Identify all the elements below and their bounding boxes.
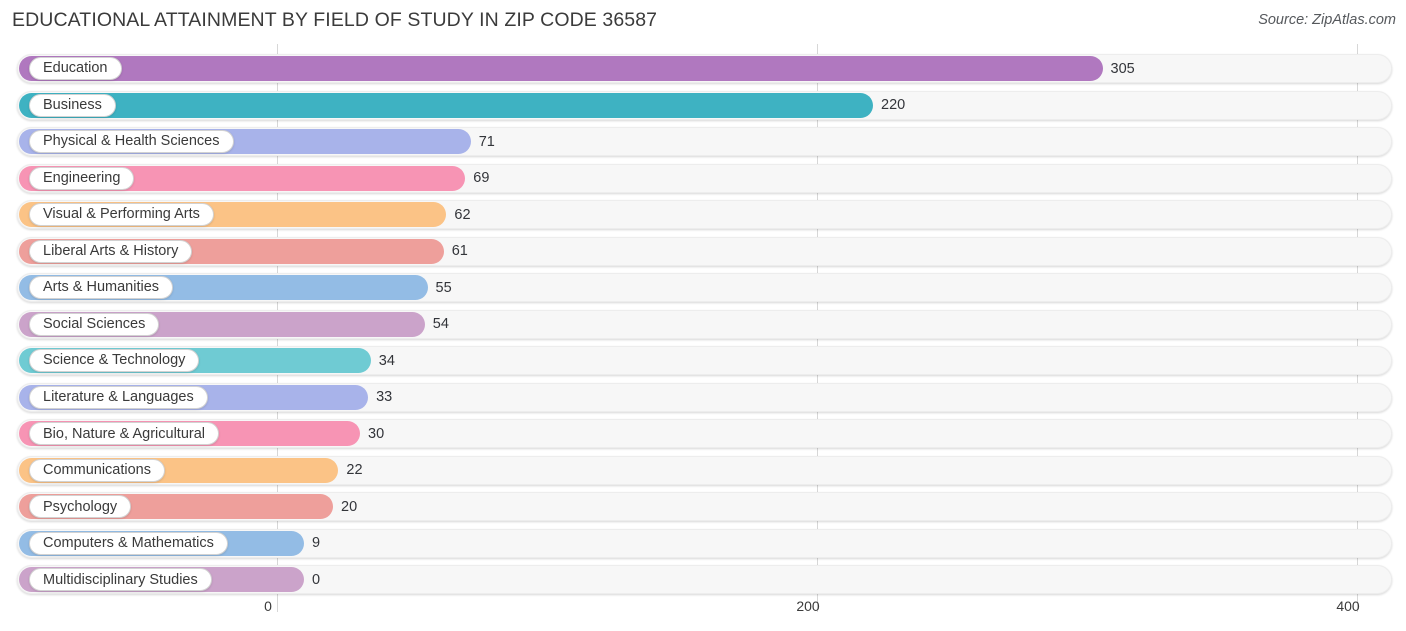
bar-category-label-text: Science & Technology (43, 352, 186, 369)
bar-value-label: 305 (1110, 60, 1135, 77)
axis-tick-mark (277, 596, 278, 612)
bar-value-label: 62 (454, 206, 471, 223)
bar-category-label-text: Multidisciplinary Studies (43, 571, 198, 588)
chart-row: Social Sciences 54 (17, 309, 1392, 339)
bar-category-label-text: Education (43, 60, 108, 77)
bar-category-label-text: Communications (43, 462, 151, 479)
axis-tick-label: 200 (796, 598, 820, 614)
chart-row: Engineering 69 (17, 163, 1392, 193)
bar-category-label-text: Social Sciences (43, 315, 146, 332)
chart-row: Liberal Arts & History 61 (17, 236, 1392, 266)
bar-value-label: 220 (881, 97, 906, 114)
bar-category-label: Psychology (29, 495, 132, 519)
bar-category-label: Business (29, 93, 116, 117)
chart-row: Communications 22 (17, 455, 1392, 485)
bar-value-label: 20 (341, 498, 358, 515)
bar-category-label: Communications (29, 458, 165, 482)
bar-category-label-text: Literature & Languages (43, 389, 194, 406)
bar-value-label: 61 (451, 243, 468, 260)
chart-row: Visual & Performing Arts 62 (17, 200, 1392, 230)
bar-category-label: Literature & Languages (29, 385, 208, 409)
source-attribution: Source: ZipAtlas.com (1258, 12, 1396, 28)
chart-header: EDUCATIONAL ATTAINMENT BY FIELD OF STUDY… (0, 0, 1406, 44)
bar-value-label: 33 (376, 389, 393, 406)
chart-row: Science & Technology 34 (17, 346, 1392, 376)
bar-category-label-text: Liberal Arts & History (43, 242, 179, 259)
bar-category-label: Education (29, 57, 122, 80)
chart-row: Computers & Mathematics 9 (17, 528, 1392, 558)
bar-category-label-text: Arts & Humanities (43, 279, 160, 296)
axis-tick-label: 0 (264, 598, 272, 614)
bar-category-label-text: Business (43, 96, 102, 113)
bar-category-label: Liberal Arts & History (29, 239, 193, 263)
chart-row: Business 220 (17, 90, 1392, 120)
bar-value-label: 34 (378, 352, 395, 369)
chart-row: Bio, Nature & Agricultural 30 (17, 419, 1392, 449)
bar-value-label: 69 (473, 170, 490, 187)
x-axis: 0 200 400 (0, 596, 1406, 631)
bar-value-label: 54 (432, 316, 449, 333)
bar-category-label: Bio, Nature & Agricultural (29, 422, 219, 446)
bar-category-label: Science & Technology (29, 349, 200, 373)
chart-row: Psychology 20 (17, 492, 1392, 522)
bar-category-label-text: Physical & Health Sciences (43, 133, 220, 150)
bar-fill (19, 92, 873, 118)
chart-row: Physical & Health Sciences 71 (17, 127, 1392, 157)
bar-value-label: 71 (478, 133, 495, 150)
axis-tick-label: 400 (1336, 598, 1360, 614)
bar-category-label-text: Bio, Nature & Agricultural (43, 425, 205, 442)
bar-value-label: 30 (368, 425, 385, 442)
bar-value-label: 22 (346, 462, 363, 479)
bar-value-label: 55 (435, 279, 452, 296)
bar-category-label: Computers & Mathematics (29, 531, 228, 555)
bar-category-label-text: Engineering (43, 169, 121, 186)
page-title: EDUCATIONAL ATTAINMENT BY FIELD OF STUDY… (12, 9, 658, 31)
bar-value-label: 9 (312, 535, 321, 552)
chart-row: Multidisciplinary Studies 0 (17, 565, 1392, 595)
bar-category-label-text: Computers & Mathematics (43, 535, 214, 552)
bar-category-label: Physical & Health Sciences (29, 130, 234, 154)
bar-value-label: 0 (312, 571, 321, 588)
bar-category-label: Visual & Performing Arts (29, 203, 214, 227)
chart-row: Arts & Humanities 55 (17, 273, 1392, 303)
chart-row: Education 305 (17, 54, 1392, 83)
bar-fill (19, 56, 1103, 81)
chart-plot-area: Education 305 Business 220 Physical & Health… (0, 44, 1406, 596)
bar-category-label: Social Sciences (29, 312, 160, 336)
bar-category-label: Arts & Humanities (29, 276, 174, 300)
bar-category-label-text: Psychology (43, 498, 118, 515)
bar-category-label: Multidisciplinary Studies (29, 568, 212, 592)
chart-row: Literature & Languages 33 (17, 382, 1392, 412)
bar-category-label: Engineering (29, 166, 135, 190)
bar-category-label-text: Visual & Performing Arts (43, 206, 200, 223)
